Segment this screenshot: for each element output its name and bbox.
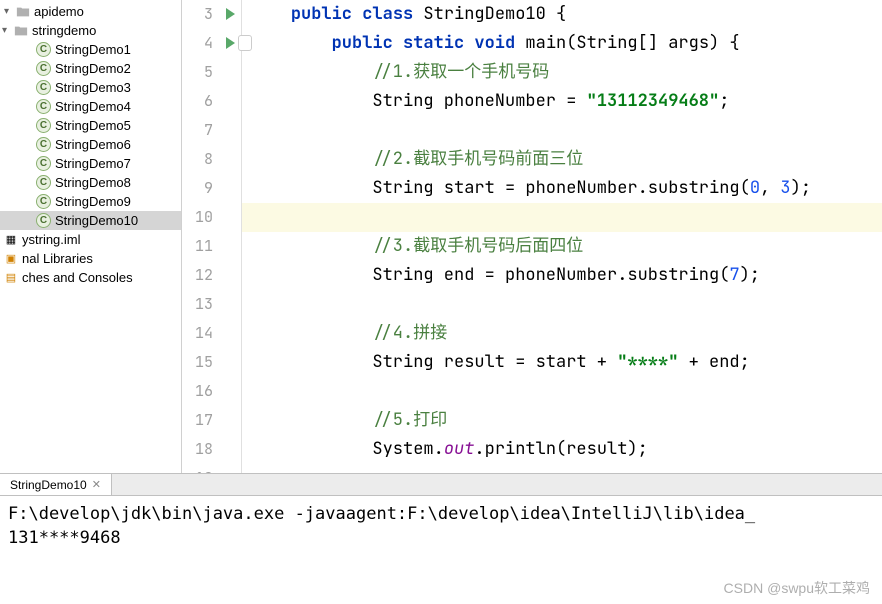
code-line-19[interactable] xyxy=(242,464,882,473)
gutter-line-19[interactable]: 19 xyxy=(182,464,241,473)
code-line-3[interactable]: public class StringDemo10 { xyxy=(242,0,882,29)
close-icon[interactable]: ✕ xyxy=(92,478,101,491)
gutter-line-17[interactable]: 17 xyxy=(182,406,241,435)
class-icon: C xyxy=(36,213,51,228)
run-icon[interactable] xyxy=(226,8,235,20)
tree-folder-label: apidemo xyxy=(34,4,84,19)
code-editor[interactable]: 345678910111213141516171819 public class… xyxy=(182,0,882,473)
library-icon: ▣ xyxy=(4,252,18,266)
tree-class-StringDemo3[interactable]: C StringDemo3 xyxy=(0,78,181,97)
editor-gutter: 345678910111213141516171819 xyxy=(182,0,242,473)
gutter-line-11[interactable]: 11 xyxy=(182,232,241,261)
tree-folder-apidemo[interactable]: ▾ apidemo xyxy=(0,2,181,21)
tree-class-StringDemo4[interactable]: C StringDemo4 xyxy=(0,97,181,116)
code-line-11[interactable]: //3.截取手机号码后面四位 xyxy=(242,232,882,261)
tree-extra-lib[interactable]: ▣ nal Libraries xyxy=(0,249,181,268)
class-icon: C xyxy=(36,156,51,171)
tree-class-label: StringDemo9 xyxy=(55,194,131,209)
tree-extra-label: nal Libraries xyxy=(22,251,93,266)
folder-icon xyxy=(14,24,28,38)
gutter-line-14[interactable]: 14 xyxy=(182,319,241,348)
code-line-15[interactable]: String result = start + "****" + end; xyxy=(242,348,882,377)
gutter-line-7[interactable]: 7 xyxy=(182,116,241,145)
class-icon: C xyxy=(36,175,51,190)
gutter-line-9[interactable]: 9 xyxy=(182,174,241,203)
gutter-line-6[interactable]: 6 xyxy=(182,87,241,116)
method-separator-icon xyxy=(238,35,252,51)
tree-class-label: StringDemo6 xyxy=(55,137,131,152)
console-tab-label: StringDemo10 xyxy=(10,478,87,492)
gutter-line-13[interactable]: 13 xyxy=(182,290,241,319)
tree-class-label: StringDemo4 xyxy=(55,99,131,114)
code-line-9[interactable]: String start = phoneNumber.substring(0, … xyxy=(242,174,882,203)
class-icon: C xyxy=(36,118,51,133)
chevron-down-icon[interactable]: ▾ xyxy=(4,6,16,17)
tree-class-label: StringDemo10 xyxy=(55,213,138,228)
code-line-5[interactable]: //1.获取一个手机号码 xyxy=(242,58,882,87)
tree-class-label: StringDemo2 xyxy=(55,61,131,76)
tree-class-label: StringDemo3 xyxy=(55,80,131,95)
gutter-line-3[interactable]: 3 xyxy=(182,0,241,29)
class-icon: C xyxy=(36,42,51,57)
chevron-down-icon[interactable]: ▾ xyxy=(2,25,14,36)
code-line-7[interactable] xyxy=(242,116,882,145)
code-line-13[interactable] xyxy=(242,290,882,319)
code-line-4[interactable]: public static void main(String[] args) { xyxy=(242,29,882,58)
tree-extra-label: ches and Consoles xyxy=(22,270,133,285)
gutter-line-18[interactable]: 18 xyxy=(182,435,241,464)
tree-class-label: StringDemo5 xyxy=(55,118,131,133)
tree-class-StringDemo10[interactable]: C StringDemo10 xyxy=(0,211,181,230)
folder-icon xyxy=(16,5,30,19)
tree-class-label: StringDemo1 xyxy=(55,42,131,57)
console-line-1: F:\develop\jdk\bin\java.exe -javaagent:F… xyxy=(8,504,755,524)
code-line-16[interactable] xyxy=(242,377,882,406)
tree-class-label: StringDemo8 xyxy=(55,175,131,190)
console-line-2: 131****9468 xyxy=(8,528,121,548)
code-line-10[interactable] xyxy=(242,203,882,232)
console-tab-run[interactable]: StringDemo10 ✕ xyxy=(0,474,112,495)
console-tabs: StringDemo10 ✕ xyxy=(0,474,882,496)
watermark: CSDN @swpu软工菜鸡 xyxy=(724,576,870,600)
class-icon: C xyxy=(36,80,51,95)
tree-extra-scratch[interactable]: ▤ ches and Consoles xyxy=(0,268,181,287)
gutter-line-16[interactable]: 16 xyxy=(182,377,241,406)
tree-class-label: StringDemo7 xyxy=(55,156,131,171)
class-icon: C xyxy=(36,137,51,152)
project-sidebar[interactable]: ▾ apidemo ▾ stringdemo C StringDemo1 C StringDe… xyxy=(0,0,182,473)
tree-class-StringDemo7[interactable]: C StringDemo7 xyxy=(0,154,181,173)
tree-class-StringDemo9[interactable]: C StringDemo9 xyxy=(0,192,181,211)
console-panel: StringDemo10 ✕ F:\develop\jdk\bin\java.e… xyxy=(0,473,882,604)
gutter-line-4[interactable]: 4 xyxy=(182,29,241,58)
scratch-icon: ▤ xyxy=(4,271,18,285)
tree-class-StringDemo1[interactable]: C StringDemo1 xyxy=(0,40,181,59)
run-icon[interactable] xyxy=(226,37,235,49)
main-area: ▾ apidemo ▾ stringdemo C StringDemo1 C StringDe… xyxy=(0,0,882,473)
class-icon: C xyxy=(36,61,51,76)
tree-class-StringDemo5[interactable]: C StringDemo5 xyxy=(0,116,181,135)
gutter-line-12[interactable]: 12 xyxy=(182,261,241,290)
tree-folder-label: stringdemo xyxy=(32,23,96,38)
gutter-line-5[interactable]: 5 xyxy=(182,58,241,87)
tree-class-StringDemo2[interactable]: C StringDemo2 xyxy=(0,59,181,78)
tree-folder-stringdemo[interactable]: ▾ stringdemo xyxy=(0,21,181,40)
tree-class-StringDemo8[interactable]: C StringDemo8 xyxy=(0,173,181,192)
code-line-12[interactable]: String end = phoneNumber.substring(7); xyxy=(242,261,882,290)
code-line-8[interactable]: //2.截取手机号码前面三位 xyxy=(242,145,882,174)
class-icon: C xyxy=(36,194,51,209)
tree-extra-iml[interactable]: ▦ ystring.iml xyxy=(0,230,181,249)
code-line-17[interactable]: //5.打印 xyxy=(242,406,882,435)
class-icon: C xyxy=(36,99,51,114)
console-output[interactable]: F:\develop\jdk\bin\java.exe -javaagent:F… xyxy=(0,496,882,604)
tree-extra-label: ystring.iml xyxy=(22,232,81,247)
code-area[interactable]: public class StringDemo10 { public stati… xyxy=(242,0,882,473)
code-line-6[interactable]: String phoneNumber = "13112349468"; xyxy=(242,87,882,116)
code-line-18[interactable]: System.out.println(result); xyxy=(242,435,882,464)
gutter-line-15[interactable]: 15 xyxy=(182,348,241,377)
gutter-line-10[interactable]: 10 xyxy=(182,203,241,232)
tree-class-StringDemo6[interactable]: C StringDemo6 xyxy=(0,135,181,154)
code-line-14[interactable]: //4.拼接 xyxy=(242,319,882,348)
gutter-line-8[interactable]: 8 xyxy=(182,145,241,174)
module-icon: ▦ xyxy=(4,233,18,247)
